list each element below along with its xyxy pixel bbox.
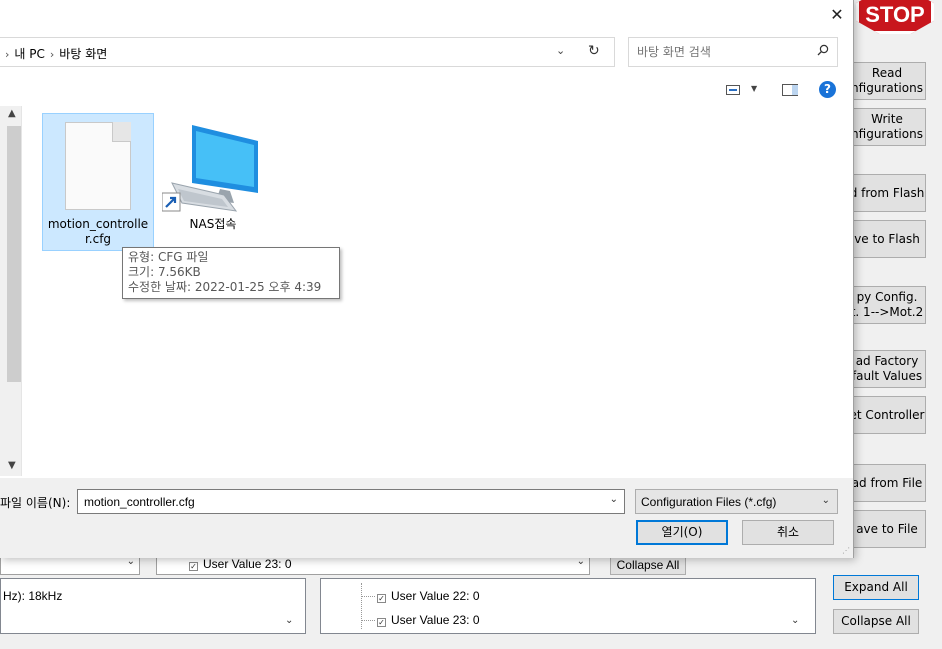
chevron-down-icon[interactable]: ⌄	[610, 494, 618, 505]
filename-combo[interactable]: ⌄	[77, 489, 625, 514]
file-name: NAS접속	[189, 217, 237, 231]
save-to-flash-button[interactable]: ve to Flash	[848, 220, 926, 258]
copy-config-button[interactable]: py Config. t. 1-->Mot.2	[848, 286, 926, 324]
button-label: ave to File	[856, 521, 918, 536]
left-list-panel[interactable]: Hz): 18kHz ⌄	[0, 578, 306, 634]
button-label: Write	[871, 112, 903, 126]
load-factory-defaults-button[interactable]: ad Factory fault Values	[848, 350, 926, 388]
document-fold	[112, 122, 131, 142]
button-label: Collapse All	[841, 614, 911, 628]
button-label: d from Flash	[849, 185, 925, 200]
filename-label: 파일 이름(N):	[0, 496, 71, 510]
file-item-nas-shortcut[interactable]: NAS접속	[160, 113, 266, 237]
file-name-line: motion_controlle	[47, 217, 149, 231]
open-button[interactable]: 열기(O)	[636, 520, 728, 545]
cancel-button[interactable]: 취소	[742, 520, 834, 545]
chevron-down-icon[interactable]: ⌄	[285, 615, 293, 626]
search-box[interactable]	[628, 37, 838, 67]
file-name-line: r.cfg	[84, 232, 112, 246]
combo-item-label: User Value 23: 0	[203, 557, 292, 571]
breadcrumb-item-desktop[interactable]: 바탕 화면	[59, 47, 107, 61]
read-configurations-button[interactable]: Read nfigurations	[848, 62, 926, 100]
breadcrumb-separator: ›	[49, 48, 55, 61]
scrollbar-thumb[interactable]	[7, 126, 21, 382]
tree-item[interactable]: ✓ User Value 23: 0	[361, 613, 480, 627]
chevron-down-icon: ⌄	[821, 495, 830, 506]
breadcrumb: › 내 PC › 바탕 화면	[0, 45, 107, 62]
address-dropdown-icon[interactable]: ⌄	[556, 44, 565, 57]
left-combo[interactable]: ⌄	[0, 555, 140, 575]
button-label: t. 1-->Mot.2	[850, 305, 924, 319]
frequency-text: Hz): 18kHz	[3, 589, 63, 603]
scroll-down-icon[interactable]: ▼	[8, 460, 16, 471]
breadcrumb-separator: ›	[5, 48, 10, 61]
button-label: nfigurations	[851, 127, 923, 141]
search-icon[interactable]	[817, 44, 829, 60]
scroll-up-icon[interactable]: ▲	[8, 108, 16, 119]
preview-pane-icon[interactable]	[782, 84, 798, 96]
chevron-down-icon[interactable]: ⌄	[791, 615, 799, 626]
middle-list-panel[interactable]: ✓ User Value 22: 0 ✓ User Value 23: 0 ⌄	[320, 578, 816, 634]
write-configurations-button[interactable]: Write nfigurations	[848, 108, 926, 146]
button-label: ve to Flash	[854, 231, 920, 246]
save-to-file-button[interactable]: ave to File	[848, 510, 926, 548]
button-label: ad from File	[851, 475, 923, 490]
tree-item-label: User Value 22: 0	[391, 589, 480, 603]
filetype-select[interactable]: Configuration Files (*.cfg) ⌄	[635, 489, 838, 514]
breadcrumb-item-this-pc[interactable]: 내 PC	[14, 47, 44, 61]
file-info-tooltip: 유형: CFG 파일 크기: 7.56KB 수정한 날짜: 2022-01-25…	[122, 247, 340, 299]
file-item-motion-controller[interactable]: motion_controlle r.cfg	[42, 113, 154, 251]
tooltip-type: 유형: CFG 파일	[128, 250, 209, 264]
filetype-value: Configuration Files (*.cfg)	[641, 495, 777, 509]
filename-input[interactable]	[82, 494, 592, 510]
reset-controller-button[interactable]: et Controller	[848, 396, 926, 434]
button-label: et Controller	[849, 407, 925, 422]
refresh-icon[interactable]: ↻	[588, 43, 600, 59]
help-icon[interactable]: ?	[819, 81, 836, 98]
file-name: motion_controlle r.cfg	[43, 217, 153, 247]
stop-button[interactable]: STOP	[856, 0, 934, 34]
expand-all-button[interactable]: Expand All	[833, 575, 919, 600]
middle-combo[interactable]: ✓ User Value 23: 0 ⌄	[156, 555, 590, 575]
button-label: nfigurations	[851, 81, 923, 95]
view-options-icon[interactable]	[726, 85, 740, 95]
mid-collapse-all-button[interactable]: Collapse All	[610, 555, 686, 575]
navigation-pane-scrollbar[interactable]: ▲ ▼	[0, 106, 22, 476]
collapse-all-button[interactable]: Collapse All	[833, 609, 919, 634]
button-label: py Config.	[856, 290, 918, 304]
tree-item[interactable]: ✓ User Value 22: 0	[361, 589, 480, 603]
button-label: Read	[871, 66, 903, 80]
address-bar[interactable]: › 내 PC › 바탕 화면 ⌄ ↻	[0, 37, 615, 67]
close-icon[interactable]: ✕	[826, 4, 848, 26]
read-from-flash-button[interactable]: d from Flash	[848, 174, 926, 212]
tree-item-label: User Value 23: 0	[391, 613, 480, 627]
button-label: fault Values	[851, 369, 923, 383]
computer-shortcut-icon	[162, 125, 258, 212]
search-input[interactable]	[635, 44, 805, 60]
tooltip-modified: 수정한 날짜: 2022-01-25 오후 4:39	[128, 280, 322, 294]
tooltip-size: 크기: 7.56KB	[128, 265, 201, 279]
view-dropdown-icon[interactable]: ▼	[751, 84, 757, 93]
button-label: Expand All	[844, 580, 908, 594]
resize-grip-icon[interactable]: ⋰	[842, 546, 850, 555]
load-from-file-button[interactable]: ad from File	[848, 464, 926, 502]
button-label: ad Factory	[855, 354, 919, 368]
file-open-dialog: ✕ › 내 PC › 바탕 화면 ⌄ ↻ ▼ ? ▲ ▼ motion_control…	[0, 0, 854, 558]
